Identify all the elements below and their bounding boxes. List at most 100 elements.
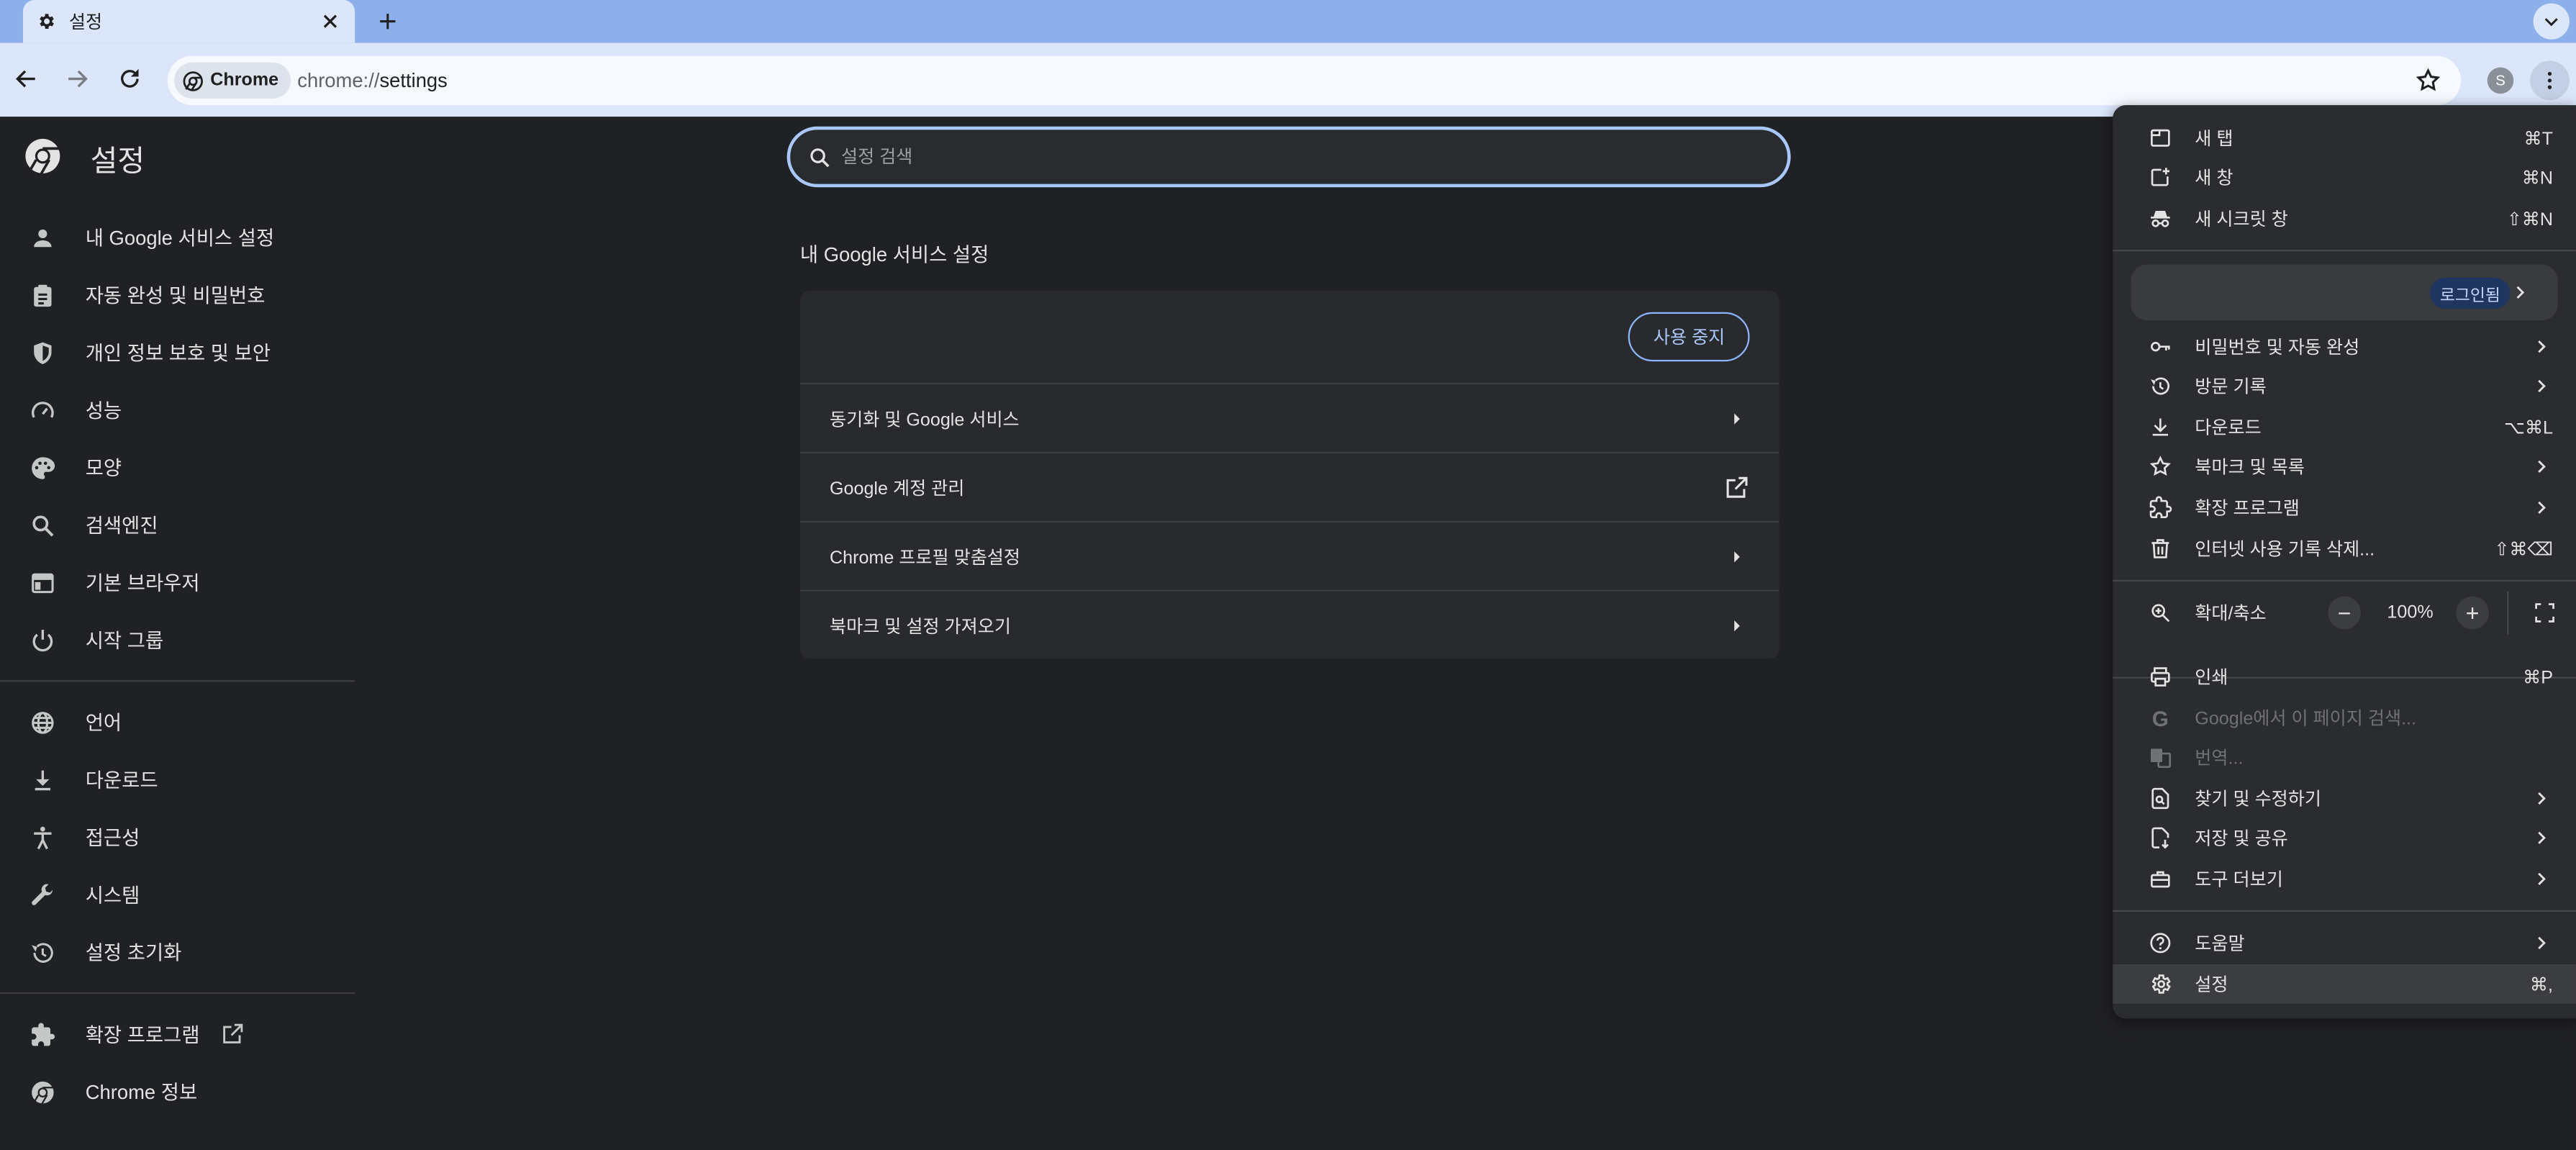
- menu-item-label: 도구 더보기: [2195, 870, 2283, 891]
- download-icon: [2152, 418, 2169, 436]
- sidebar-item-on-startup[interactable]: 시작 그룹: [0, 611, 355, 669]
- sidebar-item-label: 개인 정보 보호 및 보안: [85, 341, 271, 365]
- sidebar-divider: [0, 680, 355, 682]
- palette-icon: [32, 456, 55, 479]
- sidebar-item-default-browser[interactable]: 기본 브라우저: [0, 553, 355, 611]
- bookmark-star-icon[interactable]: [2415, 68, 2441, 94]
- chevron-right-icon: [2538, 501, 2546, 515]
- shortcut-label: ⇧⌘⌫: [2494, 539, 2554, 560]
- tab-settings[interactable]: 설정: [22, 0, 355, 43]
- menu-item-label: 확장 프로그램: [2195, 499, 2300, 520]
- zoom-in-button[interactable]: +: [2456, 596, 2489, 630]
- sidebar-item-label: 자동 완성 및 비밀번호: [85, 284, 266, 307]
- google-g-icon: G: [2151, 705, 2169, 730]
- row-customize-profile[interactable]: Chrome 프로필 맞춤설정: [799, 520, 1779, 590]
- sidebar-item-search-engine[interactable]: 검색엔진: [0, 496, 355, 553]
- menu-item-help[interactable]: 도움말: [2113, 923, 2576, 963]
- row-import-bookmarks[interactable]: 북마크 및 설정 가져오기: [799, 589, 1779, 659]
- sidebar-item-appearance[interactable]: 모양: [0, 439, 355, 497]
- sidebar-item-reset[interactable]: 설정 초기화: [0, 923, 355, 981]
- help-icon: [2150, 933, 2171, 954]
- tab-search-button[interactable]: [2533, 3, 2570, 40]
- search-icon: [32, 515, 54, 536]
- sidebar-item-languages[interactable]: 언어: [0, 693, 355, 751]
- reload-icon[interactable]: [117, 65, 143, 92]
- clipboard-icon: [34, 284, 52, 306]
- section-title: 내 Google 서비스 설정: [799, 243, 989, 266]
- google-services-card: 사용 중지 동기화 및 Google 서비스 Google 계정 관리 Chro…: [799, 291, 1779, 659]
- new-window-icon: [2151, 168, 2170, 186]
- menu-item-downloads[interactable]: 다운로드 ⌥⌘L: [2113, 407, 2576, 447]
- menu-item-new-tab[interactable]: 새 탭 ⌘T: [2113, 118, 2576, 158]
- arrow-right-icon: [1734, 551, 1740, 563]
- sidebar-item-label: 다운로드: [85, 769, 158, 792]
- menu-item-new-window[interactable]: 새 창 ⌘N: [2113, 158, 2576, 197]
- shortcut-label: ⌘T: [2523, 129, 2554, 149]
- shortcut-label: ⌘N: [2521, 168, 2554, 189]
- row-label: Chrome 프로필 맞춤설정: [829, 548, 1021, 568]
- menu-item-print[interactable]: 인쇄 ⌘P: [2113, 657, 2576, 697]
- chip-label: Chrome: [210, 71, 279, 91]
- menu-item-bookmarks-lists[interactable]: 북마크 및 목록: [2113, 447, 2576, 486]
- menu-item-find-edit[interactable]: 찾기 및 수정하기: [2113, 779, 2576, 818]
- chevron-right-icon: [2538, 872, 2546, 885]
- sidebar-item-performance[interactable]: 성능: [0, 381, 355, 439]
- sidebar-item-label: 성능: [85, 399, 122, 422]
- sidebar-item-label: Chrome 정보: [85, 1081, 198, 1105]
- settings-search-box[interactable]: [786, 126, 1791, 188]
- menu-item-settings[interactable]: 설정 ⌘,: [2113, 964, 2576, 1004]
- gear-icon: [2151, 974, 2171, 994]
- menu-item-history[interactable]: 방문 기록: [2113, 366, 2576, 406]
- sidebar-item-system[interactable]: 시스템: [0, 866, 355, 923]
- sidebar-item-label: 설정 초기화: [85, 941, 182, 965]
- shortcut-label: ⇧⌘N: [2506, 209, 2554, 230]
- url-path: settings: [379, 68, 448, 92]
- history-icon: [32, 942, 53, 962]
- save-share-icon: [2151, 827, 2169, 849]
- menu-item-label: 인터넷 사용 기록 삭제...: [2195, 540, 2375, 561]
- back-arrow-icon[interactable]: [13, 65, 40, 92]
- menu-item-new-incognito[interactable]: 새 시크릿 창 ⇧⌘N: [2113, 199, 2576, 238]
- power-icon: [32, 628, 53, 651]
- row-sync-google-services[interactable]: 동기화 및 Google 서비스: [799, 382, 1779, 452]
- address-bar[interactable]: Chrome chrome://settings: [167, 55, 2462, 106]
- sidebar-item-autofill[interactable]: 자동 완성 및 비밀번호: [0, 266, 355, 324]
- browser-window-icon: [32, 572, 54, 592]
- new-tab-plus-icon[interactable]: [375, 8, 402, 35]
- settings-page-title: 설정: [90, 144, 145, 178]
- menu-item-save-share[interactable]: 저장 및 공유: [2113, 818, 2576, 858]
- menu-item-label: 새 창: [2195, 169, 2233, 189]
- url-text[interactable]: chrome://settings: [297, 69, 448, 92]
- sidebar-item-extensions[interactable]: 확장 프로그램: [0, 1005, 355, 1063]
- zoom-out-button[interactable]: −: [2328, 596, 2361, 630]
- sidebar-item-downloads[interactable]: 다운로드: [0, 751, 355, 808]
- menu-item-label: 번역...: [2195, 748, 2244, 769]
- menu-item-clear-browsing-data[interactable]: 인터넷 사용 기록 삭제... ⇧⌘⌫: [2113, 529, 2576, 569]
- chrome-logo-icon: [32, 1080, 54, 1105]
- sidebar-item-accessibility[interactable]: 접근성: [0, 808, 355, 866]
- zoom-icon: [2151, 604, 2170, 622]
- close-icon[interactable]: [319, 10, 342, 33]
- sidebar-item-google-services[interactable]: 내 Google 서비스 설정: [0, 209, 355, 266]
- row-label: Google 계정 관리: [829, 479, 965, 499]
- sidebar-item-about-chrome[interactable]: Chrome 정보: [0, 1063, 355, 1120]
- menu-item-extensions[interactable]: 확장 프로그램: [2113, 488, 2576, 528]
- menu-item-passwords-autofill[interactable]: 비밀번호 및 자동 완성: [2113, 327, 2576, 366]
- profile-avatar[interactable]: S: [2487, 67, 2514, 94]
- site-info-chip[interactable]: Chrome: [174, 62, 291, 99]
- signed-in-badge: 로그인됨: [2430, 277, 2511, 309]
- menu-item-more-tools[interactable]: 도구 더보기: [2113, 859, 2576, 899]
- row-manage-google-account[interactable]: Google 계정 관리: [799, 451, 1779, 521]
- turn-off-button[interactable]: 사용 중지: [1628, 312, 1750, 362]
- globe-icon: [32, 711, 54, 733]
- fullscreen-icon[interactable]: [2534, 602, 2557, 625]
- settings-search-input[interactable]: [840, 147, 1788, 167]
- profile-signin-row[interactable]: 로그인됨: [2131, 264, 2558, 321]
- tab-strip: 설정: [0, 0, 2576, 43]
- shortcut-label: ⌘P: [2523, 667, 2554, 688]
- chevron-right-icon: [2538, 792, 2546, 805]
- sidebar-item-privacy[interactable]: 개인 정보 보호 및 보안: [0, 324, 355, 381]
- menu-button[interactable]: [2530, 60, 2570, 101]
- forward-arrow-icon[interactable]: [64, 65, 91, 92]
- menu-item-label: 찾기 및 수정하기: [2195, 790, 2321, 810]
